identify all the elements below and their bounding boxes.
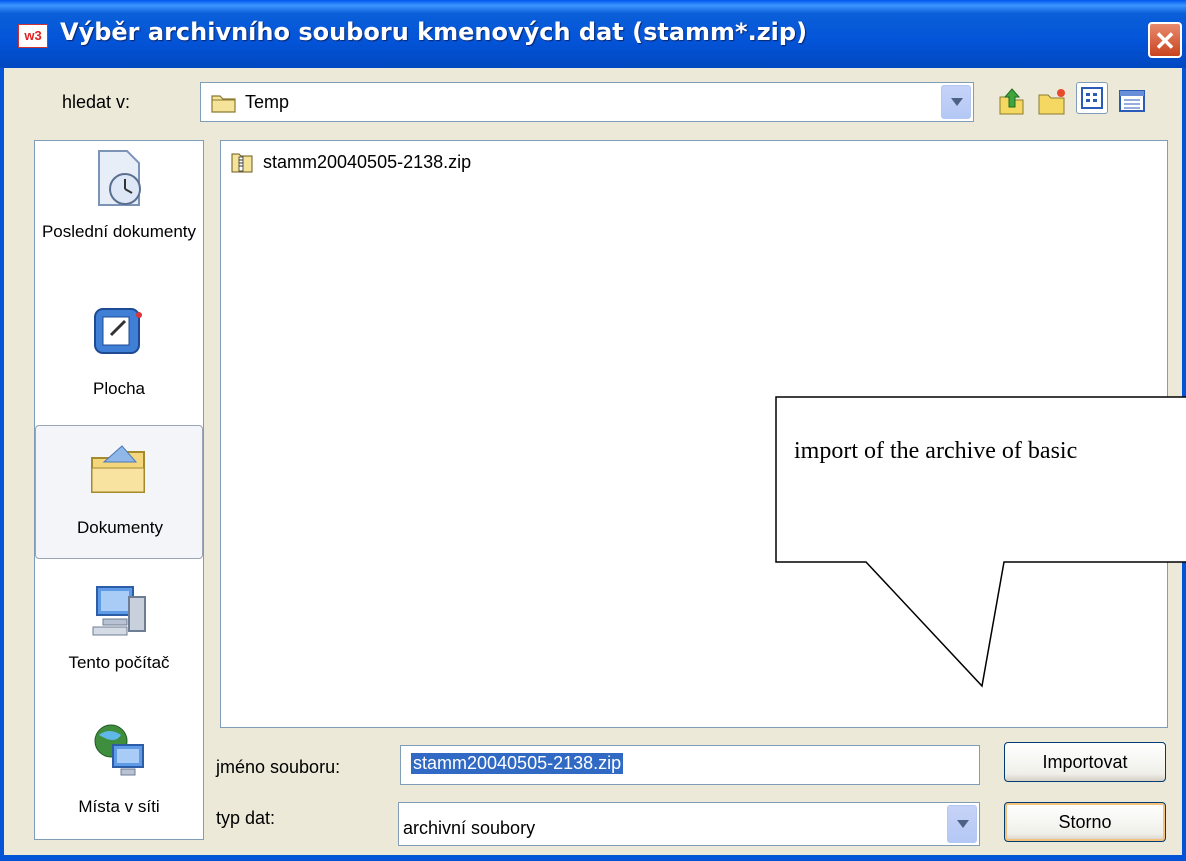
title-bar[interactable]: w3 Výběr archivního souboru kmenových da… bbox=[0, 0, 1186, 68]
filetype-dropdown-arrow-icon[interactable] bbox=[947, 805, 977, 843]
close-icon: ✕ bbox=[1154, 26, 1176, 56]
file-list[interactable]: stamm20040505-2138.zip bbox=[220, 140, 1168, 728]
place-label: Místa v síti bbox=[78, 797, 160, 816]
filename-label: jméno souboru: bbox=[216, 757, 341, 777]
place-label: Tento počítač bbox=[68, 653, 170, 672]
desktop-icon bbox=[94, 308, 142, 354]
callout-text: import of the archive of basic bbox=[794, 438, 1078, 464]
places-bar: Poslední dokumenty Plocha Dokumenty Tent… bbox=[34, 140, 204, 840]
import-button[interactable]: Importovat bbox=[1004, 742, 1166, 782]
file-name: stamm20040505-2138.zip bbox=[263, 152, 472, 172]
place-desktop[interactable]: Plocha bbox=[35, 293, 203, 423]
lookin-dropdown-arrow-icon[interactable] bbox=[941, 85, 971, 119]
window-title: Výběr archivního souboru kmenových dat (… bbox=[60, 18, 808, 46]
cancel-button[interactable]: Storno bbox=[1004, 802, 1166, 842]
my-documents-icon bbox=[91, 445, 145, 493]
recent-documents-icon bbox=[98, 150, 141, 206]
filetype-value: archivní soubory bbox=[403, 818, 536, 838]
window-frame-right bbox=[1182, 68, 1186, 861]
file-dialog-window: w3 Výběr archivního souboru kmenových da… bbox=[0, 0, 1186, 861]
close-button[interactable]: ✕ bbox=[1148, 22, 1182, 58]
my-computer-icon bbox=[92, 586, 146, 636]
lookin-value: Temp bbox=[245, 92, 290, 112]
window-frame-left bbox=[0, 68, 4, 861]
up-folder-icon[interactable] bbox=[996, 85, 1028, 117]
app-icon: w3 bbox=[18, 24, 48, 48]
filename-input[interactable]: stamm20040505-2138.zip bbox=[400, 745, 980, 785]
network-places-icon bbox=[94, 724, 144, 776]
filetype-label: typ dat: bbox=[216, 808, 276, 828]
window-frame-bottom bbox=[0, 855, 1186, 861]
place-recent-documents[interactable]: Poslední dokumenty bbox=[35, 143, 203, 273]
folder-icon bbox=[211, 95, 236, 113]
filetype-combobox[interactable]: archivní soubory bbox=[398, 802, 980, 846]
zip-file-icon bbox=[231, 153, 253, 173]
place-label: Poslední dokumenty bbox=[41, 222, 197, 241]
place-my-documents[interactable]: Dokumenty bbox=[35, 425, 203, 559]
lookin-label: hledat v: bbox=[62, 92, 131, 112]
lookin-combobox[interactable]: Temp bbox=[200, 82, 974, 122]
list-view-icon[interactable] bbox=[1076, 82, 1108, 114]
place-label: Plocha bbox=[93, 379, 145, 398]
filename-value: stamm20040505-2138.zip bbox=[411, 753, 624, 774]
place-network[interactable]: Místa v síti bbox=[35, 711, 203, 841]
new-folder-icon[interactable] bbox=[1036, 85, 1068, 117]
place-my-computer[interactable]: Tento počítač bbox=[35, 573, 203, 703]
place-label: Dokumenty bbox=[77, 518, 163, 537]
details-view-icon[interactable] bbox=[1116, 85, 1148, 117]
